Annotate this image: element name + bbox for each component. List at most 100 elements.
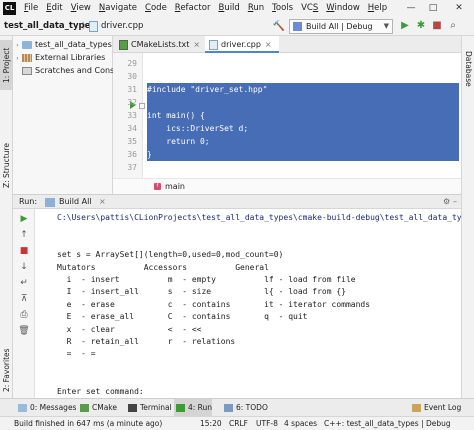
breadcrumb-function[interactable]: main <box>165 179 185 194</box>
menu-code[interactable]: Code <box>141 0 171 17</box>
code-line[interactable] <box>147 161 459 174</box>
chevron-right-icon[interactable]: › <box>13 39 22 51</box>
menu-navigate[interactable]: Navigate <box>95 0 141 17</box>
gear-icon[interactable]: ⚙ <box>443 195 450 209</box>
code-line[interactable]: } <box>147 148 459 161</box>
menu-refactor[interactable]: Refactor <box>171 0 215 17</box>
line-number[interactable]: 35 <box>113 135 137 148</box>
project-panel: › test_all_data_types › External Libraries… <box>13 36 113 194</box>
run-icon[interactable]: ▶ <box>398 19 412 33</box>
console-line: set s = ArraySet[](length=0,used=0,mod_c… <box>57 250 284 260</box>
fold-icon[interactable] <box>139 103 145 109</box>
chevron-right-icon[interactable]: › <box>13 52 22 64</box>
up-icon[interactable]: ↑ <box>18 229 30 241</box>
line-number[interactable]: 29 <box>113 57 137 70</box>
run-console[interactable]: C:\Users\pattis\CLionProjects\test_all_d… <box>35 209 461 398</box>
terminal-icon <box>128 404 137 412</box>
line-number[interactable]: 36 <box>113 148 137 161</box>
status-bar: Build finished in 647 ms (a minute ago) … <box>0 416 474 430</box>
editor-breadcrumb: f main <box>113 178 461 194</box>
menu-vcs[interactable]: VCS <box>297 0 322 17</box>
tab-event-log[interactable]: Event Log <box>410 399 461 417</box>
console-line: E - erase_all C - contains q - quit <box>57 312 308 322</box>
code-editor[interactable]: 29 30 31 32 33 34 35 36 37 #include "driver_set.… <box>113 53 461 194</box>
tab-todo[interactable]: 6: TODO <box>222 399 268 417</box>
favorites-tool-tab[interactable]: 2: Favorites <box>0 342 13 398</box>
left-tool-strip: 1: Project Z: Structure 2: Favorites <box>0 36 13 398</box>
search-icon[interactable]: ⌕ <box>446 19 460 33</box>
maximize-button[interactable]: □ <box>424 2 442 15</box>
tree-item-label: test_all_data_types <box>35 40 112 49</box>
tree-item-scratches[interactable]: Scratches and Console <box>13 64 113 77</box>
pin-icon[interactable]: ⊼ <box>18 293 30 305</box>
tree-item-project[interactable]: › test_all_data_types <box>13 38 113 51</box>
rerun-icon[interactable]: ▶ <box>18 213 30 225</box>
status-message[interactable]: Build finished in 647 ms (a minute ago) <box>14 417 162 430</box>
menu-help[interactable]: Help <box>364 0 391 17</box>
line-number[interactable]: 31 <box>113 83 137 96</box>
tab-driver-cpp[interactable]: driver.cpp × <box>205 36 279 53</box>
code-line[interactable]: #include "driver_set.hpp" <box>147 83 459 96</box>
close-window-button[interactable]: ✕ <box>450 2 468 15</box>
print-icon[interactable]: ⎙ <box>18 309 30 321</box>
hide-panel-icon[interactable]: – <box>453 195 457 209</box>
resolve-context[interactable]: C++: test_all_data_types | Debug <box>324 417 462 430</box>
event-log-icon <box>412 404 421 412</box>
scratches-icon <box>22 66 32 75</box>
tab-run[interactable]: 4: Run <box>174 399 213 417</box>
menu-run[interactable]: Run <box>244 0 268 17</box>
code-line[interactable] <box>147 57 459 70</box>
hammer-icon[interactable]: 🔨 <box>272 20 286 33</box>
line-number[interactable]: 32 <box>113 96 137 109</box>
line-number[interactable]: 30 <box>113 70 137 83</box>
code-line[interactable]: ics::DriverSet d; <box>147 122 459 135</box>
cmake-icon <box>80 404 89 412</box>
menu-file[interactable]: File <box>20 0 42 17</box>
project-tool-tab[interactable]: 1: Project <box>0 40 13 90</box>
tab-label: driver.cpp <box>221 40 261 49</box>
caret-position[interactable]: 15:20 <box>200 417 222 430</box>
menu-view[interactable]: View <box>67 0 95 17</box>
run-tab-build-all[interactable]: Build All <box>59 195 92 209</box>
todo-icon <box>224 404 233 412</box>
tab-messages[interactable]: 0: Messages <box>16 399 76 417</box>
menu-tools[interactable]: Tools <box>268 0 297 17</box>
code-line[interactable]: int main() { <box>147 109 459 122</box>
minimize-button[interactable]: — <box>402 2 420 15</box>
code-line[interactable] <box>147 70 459 83</box>
right-tool-strip: Database <box>461 36 474 398</box>
tab-label: CMakeLists.txt <box>131 40 190 49</box>
indent-setting[interactable]: 4 spaces <box>284 417 317 430</box>
close-tab-icon[interactable]: × <box>265 40 272 49</box>
trash-icon[interactable]: 🗑 <box>18 325 30 337</box>
down-icon[interactable]: ↓ <box>18 261 30 273</box>
stop-icon[interactable]: ■ <box>430 19 444 33</box>
cmake-target-icon <box>293 22 302 31</box>
menu-build[interactable]: Build <box>214 0 243 17</box>
menu-edit[interactable]: Edit <box>42 0 66 17</box>
code-line[interactable] <box>147 96 459 109</box>
close-run-tab-icon[interactable]: × <box>99 195 106 209</box>
line-number[interactable]: 33 <box>113 109 137 122</box>
line-number[interactable]: 37 <box>113 161 137 174</box>
navigation-bar: test_all_data_types 〉 driver.cpp 🔨 Build… <box>0 17 474 36</box>
run-icon <box>176 404 185 412</box>
close-tab-icon[interactable]: × <box>193 40 200 49</box>
wrap-icon[interactable]: ↵ <box>18 277 30 289</box>
menu-window[interactable]: Window <box>322 0 364 17</box>
editor-tab-bar: CMakeLists.txt × driver.cpp × <box>113 36 461 53</box>
breadcrumb-file[interactable]: driver.cpp <box>101 21 143 31</box>
file-encoding[interactable]: UTF-8 <box>256 417 278 430</box>
stop-icon[interactable]: ■ <box>18 245 30 257</box>
code-line[interactable]: return 0; <box>147 135 459 148</box>
tab-terminal[interactable]: Terminal <box>126 399 172 417</box>
tab-cmakelists[interactable]: CMakeLists.txt × <box>115 36 203 53</box>
structure-tool-tab[interactable]: Z: Structure <box>0 136 13 196</box>
line-number[interactable]: 34 <box>113 122 137 135</box>
debug-icon[interactable]: ✱ <box>414 19 428 33</box>
tab-cmake[interactable]: CMake <box>78 399 117 417</box>
tree-item-external-libraries[interactable]: › External Libraries <box>13 51 113 64</box>
database-tool-tab[interactable]: Database <box>462 44 474 94</box>
line-separator[interactable]: CRLF <box>229 417 248 430</box>
run-configuration-select[interactable]: Build All | Debug ▼ <box>289 19 393 34</box>
